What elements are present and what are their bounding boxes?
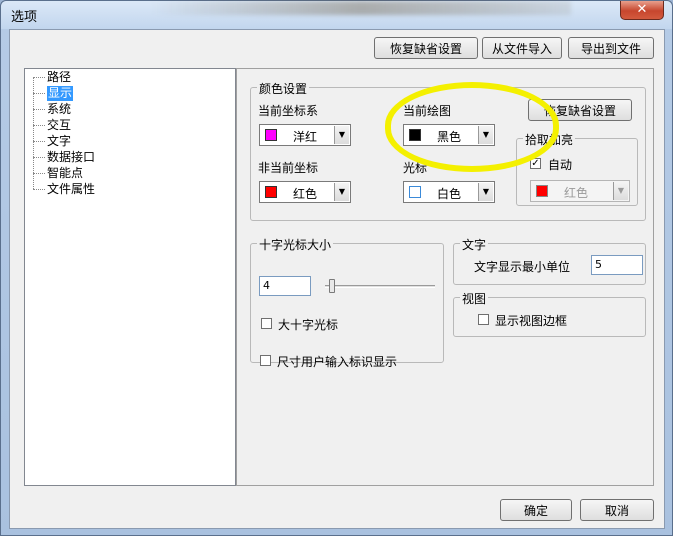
combo-value: 红色 [293, 187, 318, 201]
current-coord-color-select[interactable]: 洋红 ▼ [259, 124, 351, 146]
tree-branch [33, 141, 45, 142]
crosshair-size-title: 十字光标大小 [257, 236, 334, 253]
chevron-down-icon[interactable]: ▼ [478, 126, 493, 144]
tree-branch [33, 93, 45, 94]
tree-item-label: 智能点 [47, 166, 84, 180]
chevron-down-icon[interactable]: ▼ [334, 183, 349, 201]
crosshair-size-group: 十字光标大小 4 大十字光标 [250, 236, 444, 363]
text-group-title: 文字 [460, 236, 489, 253]
display-settings-panel: 颜色设置 当前坐标系 洋红 ▼ 当前绘图 黑色 ▼ 非当前坐标 红色 ▼ 光标 … [236, 68, 654, 486]
tree-branch [33, 109, 45, 110]
tree-item-label: 文件属性 [47, 182, 96, 196]
non-current-coord-color-select[interactable]: 红色 ▼ [259, 181, 351, 203]
color-swatch [265, 129, 277, 141]
cursor-color-select[interactable]: 白色 ▼ [403, 181, 495, 203]
big-crosshair-label: 大十字光标 [278, 318, 339, 332]
cancel-button[interactable]: 取消 [580, 499, 654, 521]
highlight-color-select: 红色 ▼ [530, 180, 630, 202]
dimension-display-label: 尺寸用户输入标识显示 [277, 355, 398, 369]
combo-value: 黑色 [437, 130, 462, 144]
chevron-down-icon[interactable]: ▼ [334, 126, 349, 144]
current-coord-label: 当前坐标系 [258, 104, 319, 118]
chevron-down-icon: ▼ [613, 182, 628, 200]
tree-item-label: 交互 [47, 118, 72, 132]
title-bar[interactable]: 选项 ✕ [1, 1, 672, 29]
tree-item-label: 路径 [47, 70, 72, 84]
crosshair-size-input[interactable]: 4 [259, 276, 311, 296]
combo-value: 红色 [564, 186, 589, 200]
tree-branch [33, 173, 45, 174]
dimension-display-checkbox[interactable] [260, 355, 271, 366]
auto-label: 自动 [548, 158, 573, 172]
color-swatch [409, 186, 421, 198]
category-tree[interactable]: 路径 显示 系统 交互 文字 数据接口 智能点 文件属性 [24, 68, 236, 486]
big-crosshair-checkbox[interactable] [261, 318, 272, 329]
pick-highlight-title: 拾取加亮 [523, 131, 576, 148]
tree-branch [33, 157, 45, 158]
tree-item-label: 系统 [47, 102, 72, 116]
tree-branch [33, 189, 45, 190]
options-dialog: 选项 ✕ 恢复缺省设置 从文件导入 导出到文件 路径 显示 系统 交互 文字 数… [0, 0, 673, 536]
view-border-label: 显示视图边框 [495, 314, 568, 328]
non-current-coord-label: 非当前坐标 [258, 161, 319, 175]
ok-button[interactable]: 确定 [500, 499, 572, 521]
chevron-down-icon[interactable]: ▼ [478, 183, 493, 201]
combo-value: 洋红 [293, 130, 318, 144]
color-settings-title: 颜色设置 [257, 80, 310, 97]
text-group: 文字 文字显示最小单位 5 [453, 236, 646, 285]
combo-value: 白色 [437, 187, 462, 201]
tree-item-label: 显示 [47, 86, 74, 101]
color-settings-group: 颜色设置 当前坐标系 洋红 ▼ 当前绘图 黑色 ▼ 非当前坐标 红色 ▼ 光标 … [250, 80, 646, 221]
color-swatch [265, 186, 277, 198]
close-button[interactable]: ✕ [620, 1, 664, 20]
min-unit-input[interactable]: 5 [591, 255, 643, 275]
restore-colors-button[interactable]: 恢复缺省设置 [528, 99, 632, 121]
current-draw-label: 当前绘图 [403, 104, 452, 118]
dialog-client: 恢复缺省设置 从文件导入 导出到文件 路径 显示 系统 交互 文字 数据接口 智… [9, 29, 665, 529]
tree-branch [33, 125, 45, 126]
blurred-background [151, 1, 571, 15]
color-swatch [536, 185, 548, 197]
pick-highlight-group: 拾取加亮 ✓ 自动 红色 ▼ [516, 131, 638, 206]
tree-branch [33, 77, 45, 78]
view-group: 视图 显示视图边框 [453, 290, 646, 337]
auto-checkbox[interactable]: ✓ [530, 158, 541, 169]
min-unit-label: 文字显示最小单位 [474, 260, 571, 274]
view-border-checkbox[interactable] [478, 314, 489, 325]
color-swatch [409, 129, 421, 141]
crosshair-slider-thumb[interactable] [329, 279, 335, 293]
crosshair-slider-track[interactable] [325, 285, 435, 288]
cursor-label: 光标 [403, 161, 428, 175]
export-file-button[interactable]: 导出到文件 [568, 37, 654, 59]
restore-defaults-top-button[interactable]: 恢复缺省设置 [374, 37, 478, 59]
tree-item-label: 文字 [47, 134, 72, 148]
import-file-button[interactable]: 从文件导入 [482, 37, 562, 59]
current-draw-color-select[interactable]: 黑色 ▼ [403, 124, 495, 146]
view-group-title: 视图 [460, 290, 489, 307]
tree-item-label: 数据接口 [47, 150, 96, 164]
window-title: 选项 [11, 10, 38, 25]
